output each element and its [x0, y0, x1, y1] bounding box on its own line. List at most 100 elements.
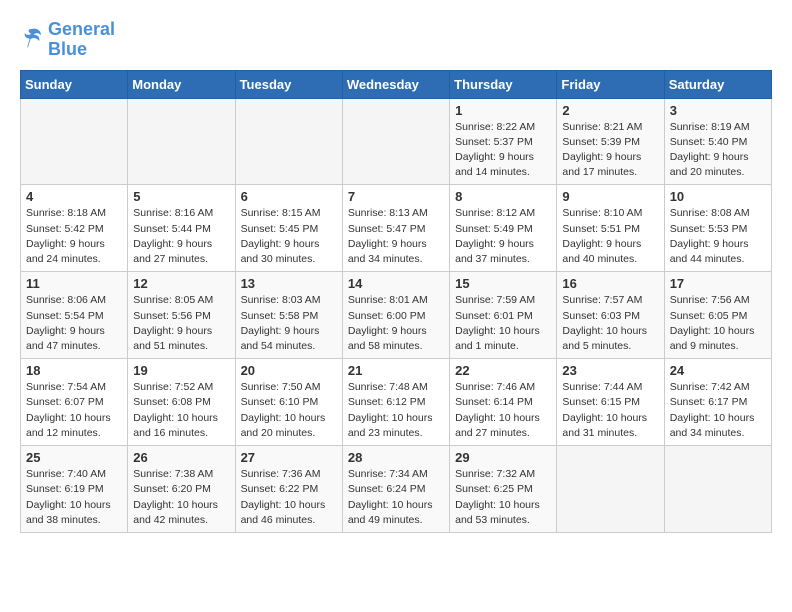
day-number: 22 [455, 363, 551, 378]
weekday-header: Saturday [664, 70, 771, 98]
day-number: 1 [455, 103, 551, 118]
day-number: 25 [26, 450, 122, 465]
day-info: Sunrise: 7:56 AM Sunset: 6:05 PM Dayligh… [670, 293, 766, 354]
calendar-day-cell: 12Sunrise: 8:05 AM Sunset: 5:56 PM Dayli… [128, 272, 235, 359]
logo-text: General Blue [48, 20, 115, 60]
day-info: Sunrise: 8:16 AM Sunset: 5:44 PM Dayligh… [133, 206, 229, 267]
day-number: 12 [133, 276, 229, 291]
calendar-day-cell: 29 Sunrise: 7:32 AM Sunset: 6:25 PM Dayli… [450, 446, 557, 533]
day-number: 21 [348, 363, 444, 378]
day-info: Sunrise: 7:42 AM Sunset: 6:17 PM Dayligh… [670, 380, 766, 441]
day-info: Sunrise: 8:18 AM Sunset: 5:42 PM Dayligh… [26, 206, 122, 267]
day-number: 20 [241, 363, 337, 378]
logo-bird-icon [20, 25, 44, 49]
day-number: 11 [26, 276, 122, 291]
day-number: 4 [26, 189, 122, 204]
calendar-day-cell [342, 98, 449, 185]
day-info: Sunrise: 7:57 AM Sunset: 6:03 PM Dayligh… [562, 293, 658, 354]
calendar-week-row: 4 Sunrise: 8:18 AM Sunset: 5:42 PM Daylig… [21, 185, 772, 272]
day-info: Sunrise: 7:46 AM Sunset: 6:14 PM Dayligh… [455, 380, 551, 441]
calendar-day-cell: 9Sunrise: 8:10 AM Sunset: 5:51 PM Daylig… [557, 185, 664, 272]
day-number: 10 [670, 189, 766, 204]
calendar-day-cell: 6 Sunrise: 8:15 AM Sunset: 5:45 PM Daylig… [235, 185, 342, 272]
day-number: 14 [348, 276, 444, 291]
calendar-day-cell: 27 Sunrise: 7:36 AM Sunset: 6:22 PM Dayli… [235, 446, 342, 533]
day-info: Sunrise: 8:03 AM Sunset: 5:58 PM Dayligh… [241, 293, 337, 354]
day-info: Sunrise: 8:08 AM Sunset: 5:53 PM Dayligh… [670, 206, 766, 267]
calendar-day-cell: 15 Sunrise: 7:59 AM Sunset: 6:01 PM Dayli… [450, 272, 557, 359]
day-number: 6 [241, 189, 337, 204]
day-info: Sunrise: 7:44 AM Sunset: 6:15 PM Dayligh… [562, 380, 658, 441]
calendar-day-cell: 19 Sunrise: 7:52 AM Sunset: 6:08 PM Dayli… [128, 359, 235, 446]
day-number: 23 [562, 363, 658, 378]
weekday-header: Monday [128, 70, 235, 98]
day-info: Sunrise: 8:15 AM Sunset: 5:45 PM Dayligh… [241, 206, 337, 267]
calendar-week-row: 25 Sunrise: 7:40 AM Sunset: 6:19 PM Dayli… [21, 446, 772, 533]
day-info: Sunrise: 8:01 AM Sunset: 6:00 PM Dayligh… [348, 293, 444, 354]
calendar-day-cell [664, 446, 771, 533]
calendar-day-cell: 28 Sunrise: 7:34 AM Sunset: 6:24 PM Dayli… [342, 446, 449, 533]
day-info: Sunrise: 7:48 AM Sunset: 6:12 PM Dayligh… [348, 380, 444, 441]
calendar-day-cell: 10 Sunrise: 8:08 AM Sunset: 5:53 PM Dayli… [664, 185, 771, 272]
calendar-day-cell: 1 Sunrise: 8:22 AM Sunset: 5:37 PM Daylig… [450, 98, 557, 185]
weekday-header: Sunday [21, 70, 128, 98]
logo: General Blue [20, 20, 115, 60]
day-number: 19 [133, 363, 229, 378]
day-info: Sunrise: 7:38 AM Sunset: 6:20 PM Dayligh… [133, 467, 229, 528]
calendar-day-cell: 16 Sunrise: 7:57 AM Sunset: 6:03 PM Dayli… [557, 272, 664, 359]
weekday-header: Thursday [450, 70, 557, 98]
day-info: Sunrise: 7:52 AM Sunset: 6:08 PM Dayligh… [133, 380, 229, 441]
day-number: 27 [241, 450, 337, 465]
day-number: 5 [133, 189, 229, 204]
day-number: 7 [348, 189, 444, 204]
day-info: Sunrise: 7:59 AM Sunset: 6:01 PM Dayligh… [455, 293, 551, 354]
weekday-header: Friday [557, 70, 664, 98]
calendar-day-cell: 14 Sunrise: 8:01 AM Sunset: 6:00 PM Dayli… [342, 272, 449, 359]
day-info: Sunrise: 8:22 AM Sunset: 5:37 PM Dayligh… [455, 120, 551, 181]
calendar-day-cell: 22 Sunrise: 7:46 AM Sunset: 6:14 PM Dayli… [450, 359, 557, 446]
calendar-day-cell: 23 Sunrise: 7:44 AM Sunset: 6:15 PM Dayli… [557, 359, 664, 446]
calendar-week-row: 18 Sunrise: 7:54 AM Sunset: 6:07 PM Dayli… [21, 359, 772, 446]
calendar-table: SundayMondayTuesdayWednesdayThursdayFrid… [20, 70, 772, 533]
day-info: Sunrise: 7:54 AM Sunset: 6:07 PM Dayligh… [26, 380, 122, 441]
calendar-day-cell: 2Sunrise: 8:21 AM Sunset: 5:39 PM Daylig… [557, 98, 664, 185]
page-header: General Blue [20, 20, 772, 60]
day-number: 18 [26, 363, 122, 378]
calendar-day-cell [128, 98, 235, 185]
day-info: Sunrise: 7:50 AM Sunset: 6:10 PM Dayligh… [241, 380, 337, 441]
day-info: Sunrise: 7:34 AM Sunset: 6:24 PM Dayligh… [348, 467, 444, 528]
calendar-day-cell [557, 446, 664, 533]
day-number: 29 [455, 450, 551, 465]
day-number: 16 [562, 276, 658, 291]
day-number: 17 [670, 276, 766, 291]
calendar-week-row: 1 Sunrise: 8:22 AM Sunset: 5:37 PM Daylig… [21, 98, 772, 185]
day-info: Sunrise: 8:21 AM Sunset: 5:39 PM Dayligh… [562, 120, 658, 181]
day-info: Sunrise: 7:36 AM Sunset: 6:22 PM Dayligh… [241, 467, 337, 528]
calendar-day-cell: 7Sunrise: 8:13 AM Sunset: 5:47 PM Daylig… [342, 185, 449, 272]
calendar-day-cell: 8 Sunrise: 8:12 AM Sunset: 5:49 PM Daylig… [450, 185, 557, 272]
day-info: Sunrise: 8:10 AM Sunset: 5:51 PM Dayligh… [562, 206, 658, 267]
day-info: Sunrise: 8:06 AM Sunset: 5:54 PM Dayligh… [26, 293, 122, 354]
calendar-day-cell: 24 Sunrise: 7:42 AM Sunset: 6:17 PM Dayli… [664, 359, 771, 446]
day-info: Sunrise: 7:40 AM Sunset: 6:19 PM Dayligh… [26, 467, 122, 528]
day-number: 15 [455, 276, 551, 291]
calendar-week-row: 11 Sunrise: 8:06 AM Sunset: 5:54 PM Dayli… [21, 272, 772, 359]
day-number: 28 [348, 450, 444, 465]
calendar-day-cell: 17 Sunrise: 7:56 AM Sunset: 6:05 PM Dayli… [664, 272, 771, 359]
day-number: 3 [670, 103, 766, 118]
day-info: Sunrise: 8:19 AM Sunset: 5:40 PM Dayligh… [670, 120, 766, 181]
calendar-day-cell: 11 Sunrise: 8:06 AM Sunset: 5:54 PM Dayli… [21, 272, 128, 359]
calendar-day-cell: 3 Sunrise: 8:19 AM Sunset: 5:40 PM Daylig… [664, 98, 771, 185]
calendar-day-cell: 25 Sunrise: 7:40 AM Sunset: 6:19 PM Dayli… [21, 446, 128, 533]
day-number: 8 [455, 189, 551, 204]
day-number: 13 [241, 276, 337, 291]
calendar-day-cell [235, 98, 342, 185]
calendar-day-cell: 21 Sunrise: 7:48 AM Sunset: 6:12 PM Dayli… [342, 359, 449, 446]
day-number: 24 [670, 363, 766, 378]
calendar-day-cell [21, 98, 128, 185]
day-number: 26 [133, 450, 229, 465]
calendar-day-cell: 26 Sunrise: 7:38 AM Sunset: 6:20 PM Dayli… [128, 446, 235, 533]
day-info: Sunrise: 7:32 AM Sunset: 6:25 PM Dayligh… [455, 467, 551, 528]
calendar-day-cell: 20 Sunrise: 7:50 AM Sunset: 6:10 PM Dayli… [235, 359, 342, 446]
day-info: Sunrise: 8:12 AM Sunset: 5:49 PM Dayligh… [455, 206, 551, 267]
